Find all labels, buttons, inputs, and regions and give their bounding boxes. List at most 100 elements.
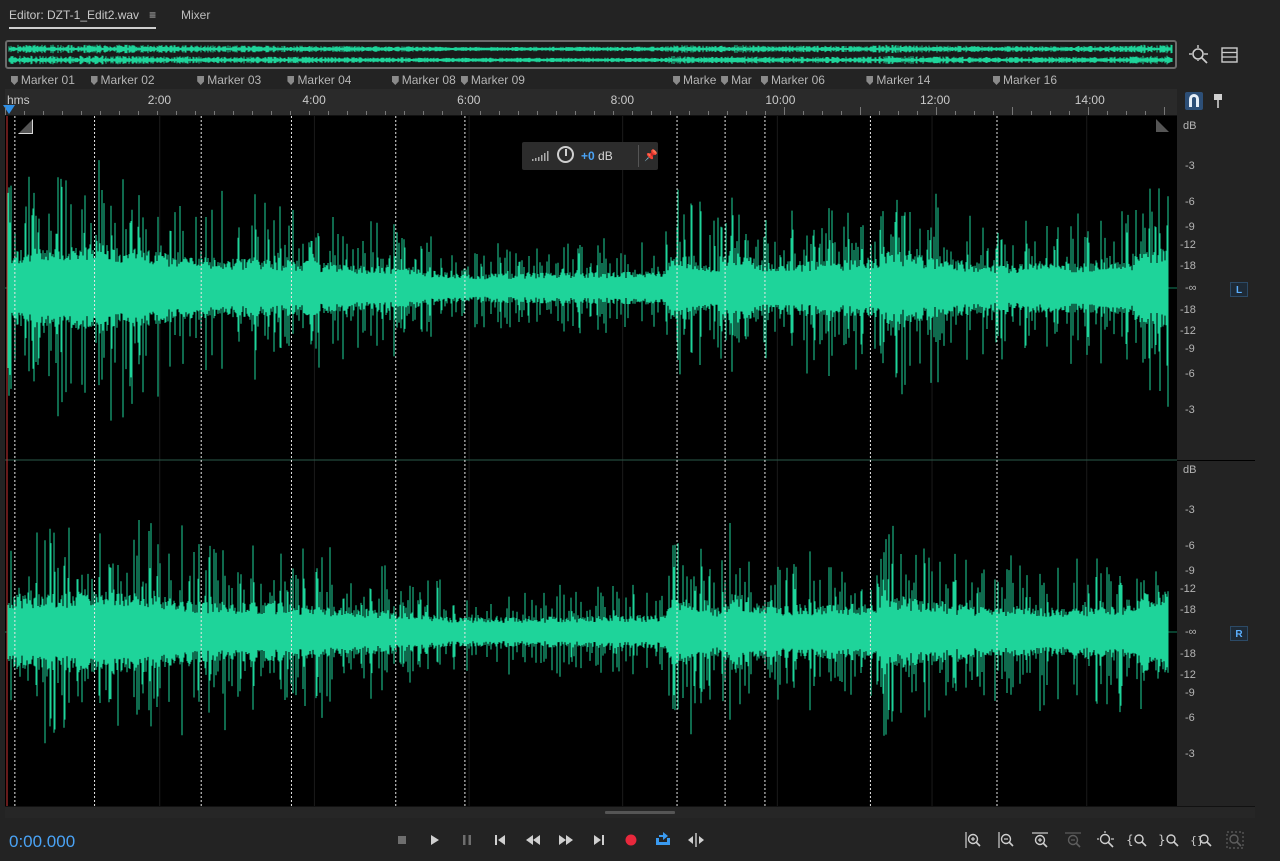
ruler-tick-3: 8:00 [610,93,634,107]
marker-label: Marker 09 [470,73,525,87]
marker-flag-icon [460,76,468,85]
hud-divider [638,145,639,167]
marker-label: Marke [683,73,717,87]
db-label: -12 [1180,325,1196,337]
marker-flag-icon [673,76,681,85]
db-label: -∞ [1185,282,1197,294]
db-label: -12 [1180,669,1196,681]
marker-flag-icon [866,76,874,85]
db-label: -12 [1180,239,1196,251]
transport-bar: 0:00.000 { } {} [0,818,1280,861]
zoom-in-point-icon[interactable]: { [1126,829,1148,851]
record-icon[interactable] [620,829,642,851]
zoom-out-time-icon[interactable] [1062,829,1084,851]
db-label: dB [1183,464,1197,476]
marker-flag-icon [992,76,1000,85]
db-label: -∞ [1185,626,1197,638]
marker-8[interactable]: Marker 06 [760,73,825,88]
db-label: -6 [1185,196,1195,208]
marker-3[interactable]: Marker 04 [287,73,351,88]
db-label: -12 [1180,583,1196,595]
zoom-in-time-icon[interactable] [1029,829,1051,851]
pin-icon[interactable] [1211,93,1225,109]
channel-left-toggle[interactable]: L [1230,282,1248,297]
channel-right-toggle[interactable]: R [1230,626,1248,641]
marker-2[interactable]: Marker 03 [197,73,261,88]
ruler-tick-2: 6:00 [457,93,481,107]
ruler-tick-0: 2:00 [147,93,172,107]
volume-value: +0 dB [581,149,613,163]
svg-text:{: { [1126,833,1134,847]
marker-flag-icon [10,76,18,85]
marker-flag-icon [90,76,98,85]
marker-0[interactable]: Marker 01 [10,73,75,88]
ruler-tick-6: 14:00 [1074,93,1105,107]
db-label: -3 [1185,404,1195,416]
marker-bar: Marker 01 Marker 02 Marker 03 Marker 04 Mark… [5,72,1177,89]
zoom-out-amplitude-icon[interactable] [995,829,1017,851]
ruler-tick-4: 10:00 [765,93,796,107]
db-label: -6 [1185,712,1195,724]
db-label: -3 [1185,160,1195,172]
db-label: -9 [1185,221,1195,233]
waveform-canvas [5,116,1177,806]
channel-divider [1177,460,1255,461]
marker-flag-icon [760,76,768,85]
go-to-start-icon[interactable] [489,829,511,851]
play-icon[interactable] [423,829,445,851]
db-scale: L R dB -3 -6 -9 -12 -18 -∞ -18 -12 -9 -6 -3 dB -3 -6 -9… [1177,116,1255,806]
list-view-icon[interactable] [1219,44,1241,66]
zoom-in-amplitude-icon[interactable] [962,829,984,851]
time-display[interactable]: 0:00.000 [9,832,75,852]
go-to-end-icon[interactable] [588,829,610,851]
panel-menu-icon[interactable]: ≡ [149,8,156,22]
db-label: -3 [1185,504,1195,516]
marker-label: Marker 14 [876,73,931,87]
db-label: -18 [1180,648,1196,660]
ruler-tick-5: 12:00 [920,93,951,107]
overview-waveform [8,44,1173,65]
marker-flag-icon [287,76,295,85]
marker-4[interactable]: Marker 08 [391,73,456,88]
db-label: -9 [1185,343,1195,355]
zoom-out-point-icon[interactable]: } [1158,829,1180,851]
loop-playback-icon[interactable] [652,829,674,851]
marker-6[interactable]: Marke [673,73,716,88]
tab-mixer[interactable]: Mixer [181,8,210,22]
overview-navigator[interactable] [5,40,1177,69]
marker-1[interactable]: Marker 02 [90,73,155,88]
zoom-to-selection-icon[interactable] [1188,44,1210,66]
zoom-reset-icon[interactable] [1224,829,1246,851]
db-label: -6 [1185,540,1195,552]
rewind-icon[interactable] [522,829,544,851]
marker-9[interactable]: Marker 14 [866,73,930,88]
pause-icon[interactable] [456,829,478,851]
fast-forward-icon[interactable] [555,829,577,851]
db-label: -9 [1185,565,1195,577]
zoom-to-selection-icon[interactable] [1095,829,1117,851]
volume-hud: +0 dB 📌 [522,142,658,170]
db-label: -18 [1180,260,1196,272]
waveform-display[interactable] [5,116,1177,806]
marker-flag-icon [391,76,399,85]
tab-bar: Editor: DZT-1_Edit2.wav ≡ Mixer [0,0,1280,32]
scrollbar-grip[interactable] [605,811,675,814]
marker-5[interactable]: Marker 09 [460,73,525,88]
marker-label: Marker 04 [297,73,352,87]
marker-10[interactable]: Marker 16 [992,73,1057,88]
snap-magnet-icon[interactable] [1185,92,1203,110]
time-ruler[interactable]: hms 2:00 4:00 6:00 8:00 10:00 12:00 14:00 [3,89,1177,116]
zoom-out-full-icon[interactable]: {} [1190,829,1212,851]
stop-icon[interactable] [391,829,413,851]
marker-label: Marker 01 [20,73,75,87]
svg-text:}: } [1158,833,1166,847]
db-label: -18 [1180,604,1196,616]
marker-label: Marker 06 [770,73,825,87]
tab-editor[interactable]: Editor: DZT-1_Edit2.wav ≡ [9,8,157,29]
volume-knob[interactable] [557,146,574,163]
skip-silence-icon[interactable] [685,829,707,851]
hud-pin-icon[interactable]: 📌 [644,149,658,162]
tab-editor-label: Editor: DZT-1_Edit2.wav [9,8,140,22]
marker-7[interactable]: Mar [721,73,752,88]
marker-label: Marker 03 [207,73,262,87]
